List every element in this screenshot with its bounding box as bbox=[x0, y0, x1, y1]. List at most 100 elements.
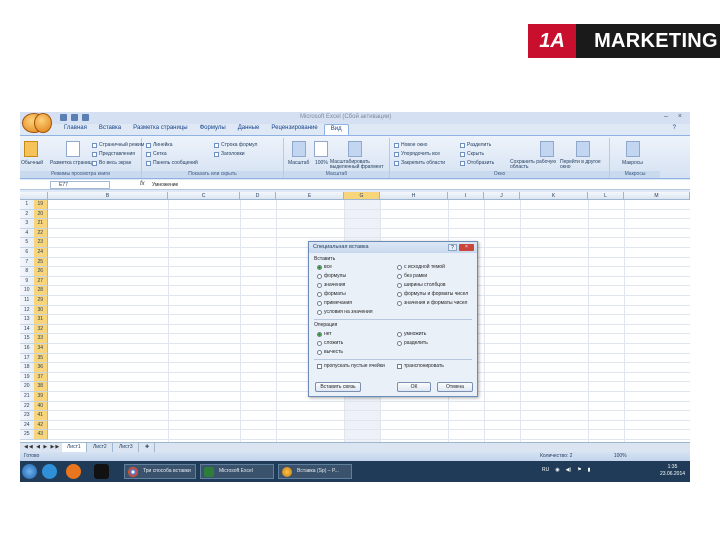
tab-review[interactable]: Рецензирование bbox=[265, 124, 323, 135]
row-header[interactable]: 22 40 bbox=[20, 401, 48, 412]
fx-icon[interactable]: fx bbox=[140, 181, 145, 187]
taskbar-button-paint[interactable]: Вставка (Sp) – P... bbox=[278, 464, 352, 479]
tab-data[interactable]: Данные bbox=[232, 124, 266, 135]
row-header[interactable]: 2 20 bbox=[20, 209, 48, 220]
dialog-close-icon[interactable]: × bbox=[459, 244, 474, 251]
clock[interactable]: 1:35 23.06.2014 bbox=[660, 464, 685, 478]
paste-source-theme-radio[interactable]: с исходной темой bbox=[397, 264, 445, 270]
row-header[interactable]: 7 25 bbox=[20, 257, 48, 268]
switch-windows-icon[interactable] bbox=[576, 141, 590, 157]
zoom-100-icon[interactable] bbox=[314, 141, 328, 157]
col-header-k[interactable]: K bbox=[520, 192, 588, 200]
op-multiply-radio[interactable]: умножить bbox=[397, 331, 426, 337]
skip-blanks-checkbox[interactable]: пропускать пустые ячейки bbox=[317, 363, 385, 369]
col-header-b[interactable]: B bbox=[48, 192, 168, 200]
tab-insert[interactable]: Вставка bbox=[93, 124, 127, 135]
normal-view-icon[interactable] bbox=[24, 141, 38, 157]
battery-icon[interactable]: ▮ bbox=[588, 467, 591, 473]
tab-view[interactable]: Вид bbox=[323, 124, 349, 135]
page-layout-label[interactable]: Разметка страницы bbox=[50, 160, 95, 166]
undo-icon[interactable] bbox=[71, 114, 78, 121]
row-header[interactable]: 6 24 bbox=[20, 248, 48, 258]
terminal-icon[interactable] bbox=[94, 464, 109, 479]
macros-label[interactable]: Макросы bbox=[622, 160, 643, 166]
language-indicator[interactable]: RU bbox=[542, 467, 549, 473]
minimize-icon[interactable]: – bbox=[664, 113, 668, 120]
custom-views-item[interactable]: Представления bbox=[92, 151, 135, 157]
row-header[interactable]: 15 33 bbox=[20, 334, 48, 344]
status-zoom[interactable]: 100% bbox=[614, 453, 627, 459]
op-divide-radio[interactable]: разделить bbox=[397, 340, 428, 346]
row-header[interactable]: 16 34 bbox=[20, 344, 48, 354]
paste-values-radio[interactable]: значения bbox=[317, 282, 345, 288]
firefox-icon[interactable] bbox=[66, 464, 81, 479]
question-icon[interactable]: ? bbox=[673, 125, 676, 131]
paste-link-button[interactable]: Вставить связь bbox=[315, 382, 361, 392]
redo-icon[interactable] bbox=[82, 114, 89, 121]
row-header[interactable]: 23 41 bbox=[20, 411, 48, 421]
select-all-corner[interactable] bbox=[20, 192, 48, 200]
ok-button[interactable]: ОК bbox=[397, 382, 431, 392]
col-header-h[interactable]: H bbox=[380, 192, 448, 200]
page-break-item[interactable]: Страничный режим bbox=[92, 142, 144, 148]
paste-validation-radio[interactable]: условия на значения bbox=[317, 309, 373, 315]
row-header[interactable]: 18 36 bbox=[20, 363, 48, 373]
name-box[interactable]: E77 bbox=[50, 181, 110, 189]
paste-values-numformats-radio[interactable]: значения и форматы чисел bbox=[397, 300, 467, 306]
row-header[interactable]: 10 28 bbox=[20, 286, 48, 296]
cancel-button[interactable]: Отмена bbox=[437, 382, 473, 392]
row-header[interactable]: 9 27 bbox=[20, 276, 48, 287]
office-button-2[interactable] bbox=[34, 113, 52, 133]
op-subtract-radio[interactable]: вычесть bbox=[317, 349, 343, 355]
volume-icon[interactable]: ◀) bbox=[566, 467, 572, 473]
switch-windows-label[interactable]: Перейти в другое окно bbox=[560, 160, 608, 170]
op-add-radio[interactable]: сложить bbox=[317, 340, 343, 346]
taskbar-button-excel[interactable]: Microsoft Excel bbox=[200, 464, 274, 479]
row-header[interactable]: 19 37 bbox=[20, 372, 48, 383]
page-layout-icon[interactable] bbox=[66, 141, 80, 157]
sheet-tab-3[interactable]: Лист3 bbox=[114, 443, 139, 452]
formula-bar-checkbox[interactable]: Строка формул bbox=[214, 142, 257, 148]
zoom-selection-label[interactable]: Масштабировать выделенный фрагмент bbox=[330, 160, 388, 170]
col-header-d[interactable]: D bbox=[240, 192, 276, 200]
message-bar-checkbox[interactable]: Панель сообщений bbox=[146, 160, 198, 166]
op-none-radio[interactable]: нет bbox=[317, 331, 332, 337]
row-header[interactable]: 25 43 bbox=[20, 430, 48, 440]
row-header[interactable]: 24 42 bbox=[20, 420, 48, 431]
save-icon[interactable] bbox=[60, 114, 67, 121]
row-header[interactable]: 5 23 bbox=[20, 238, 48, 248]
row-header[interactable]: 20 38 bbox=[20, 382, 48, 392]
row-header[interactable]: 3 21 bbox=[20, 219, 48, 229]
close-window-icon[interactable]: × bbox=[678, 113, 682, 120]
tab-home[interactable]: Главная bbox=[58, 124, 93, 135]
paste-formulas-numformats-radio[interactable]: формулы и форматы чисел bbox=[397, 291, 468, 297]
zoom-selection-icon[interactable] bbox=[348, 141, 362, 157]
sheet-nav-arrows[interactable]: ◀◀ ◀ ▶ ▶▶ bbox=[24, 444, 60, 450]
new-sheet-icon[interactable]: ✚ bbox=[140, 443, 156, 452]
col-header-e[interactable]: E bbox=[276, 192, 344, 200]
headings-checkbox[interactable]: Заголовки bbox=[214, 151, 245, 157]
paste-no-borders-radio[interactable]: без рамки bbox=[397, 273, 427, 279]
ie-icon[interactable] bbox=[42, 464, 57, 479]
paste-col-widths-radio[interactable]: ширины столбцов bbox=[397, 282, 446, 288]
sheet-tab-2[interactable]: Лист2 bbox=[88, 443, 113, 452]
gridlines-checkbox[interactable]: Сетка bbox=[146, 151, 167, 157]
save-workspace-icon[interactable] bbox=[540, 141, 554, 157]
save-workspace-label[interactable]: Сохранить рабочую область bbox=[510, 160, 558, 170]
row-header[interactable]: 17 35 bbox=[20, 353, 48, 364]
zoom-label[interactable]: Масштаб bbox=[288, 160, 309, 166]
row-header[interactable]: 13 31 bbox=[20, 315, 48, 325]
transpose-checkbox[interactable]: транспонировать bbox=[397, 363, 444, 369]
formula-input[interactable]: Умножение bbox=[152, 181, 178, 189]
full-screen-item[interactable]: Во весь экран bbox=[92, 160, 131, 166]
tab-page-layout[interactable]: Разметка страницы bbox=[127, 124, 193, 135]
zoom-icon[interactable] bbox=[292, 141, 306, 157]
macros-icon[interactable] bbox=[626, 141, 640, 157]
row-header[interactable]: 8 26 bbox=[20, 267, 48, 277]
zoom-100-label[interactable]: 100% bbox=[315, 160, 328, 166]
paste-formats-radio[interactable]: форматы bbox=[317, 291, 346, 297]
row-header[interactable]: 11 29 bbox=[20, 296, 48, 306]
hide-item[interactable]: Скрыть bbox=[460, 151, 484, 157]
col-header-c[interactable]: C bbox=[168, 192, 240, 200]
arrange-all-item[interactable]: Упорядочить все bbox=[394, 151, 440, 157]
